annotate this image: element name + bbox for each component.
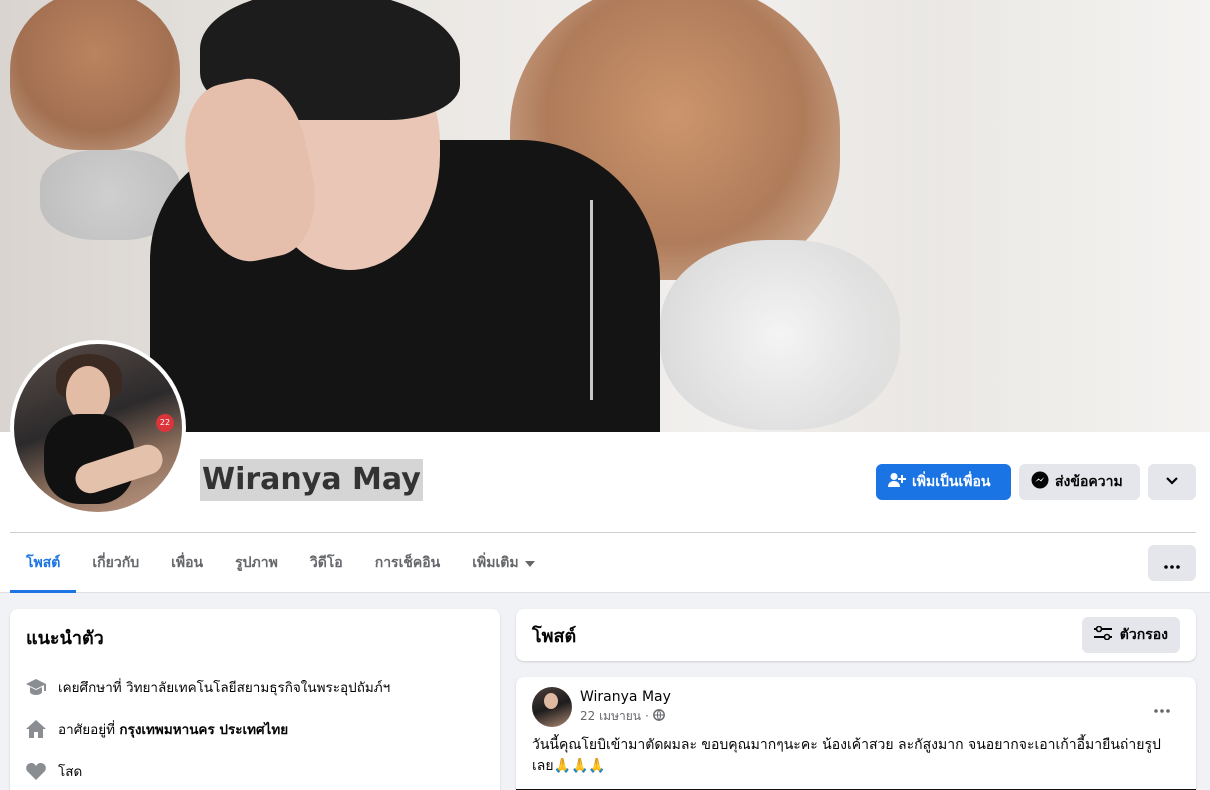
- profile-name: Wiranya May: [200, 459, 423, 501]
- post-author-info: Wiranya May 22 เมษายน ·: [580, 689, 671, 726]
- add-friend-button[interactable]: เพิ่มเป็นเพื่อน: [876, 464, 1011, 500]
- post-text: วันนี้คุณโยบิเข้ามาตัดผมละ ขอบคุณมากๆนะค…: [532, 737, 1161, 774]
- tab-label: เกี่ยวกับ: [92, 555, 140, 571]
- tab-more[interactable]: เพิ่มเติม: [456, 533, 550, 593]
- post-date[interactable]: 22 เมษายน: [580, 707, 641, 726]
- posts-header-card: โพสต์ ตัวกรอง: [516, 609, 1196, 661]
- filter-label: ตัวกรอง: [1119, 627, 1168, 643]
- cover-photo[interactable]: [0, 0, 1210, 432]
- lives-prefix: อาศัยอยู่ที่: [58, 722, 116, 738]
- tabs-more-options-button[interactable]: [1148, 545, 1196, 581]
- profile-tabs: โพสต์ เกี่ยวกับ เพื่อน รูปภาพ วิดีโอ การ…: [10, 533, 551, 593]
- post-author-avatar[interactable]: [532, 687, 572, 727]
- tab-label: รูปภาพ: [235, 555, 278, 571]
- message-button[interactable]: ส่งข้อความ: [1019, 464, 1140, 500]
- meta-separator: ·: [644, 709, 649, 723]
- tab-label: โพสต์: [26, 555, 61, 571]
- home-icon: [26, 719, 46, 739]
- add-friend-label: เพิ่มเป็นเพื่อน: [912, 474, 991, 490]
- more-dots-icon: [1164, 554, 1180, 573]
- lives-location[interactable]: กรุงเทพมหานคร ประเทศไทย: [119, 722, 288, 738]
- tab-about[interactable]: เกี่ยวกับ: [76, 533, 155, 593]
- profile-avatar[interactable]: 22: [10, 340, 186, 516]
- tab-photos[interactable]: รูปภาพ: [219, 533, 294, 593]
- posts-title: โพสต์: [532, 625, 577, 647]
- caret-down-icon: [524, 555, 535, 571]
- tab-videos[interactable]: วิดีโอ: [294, 533, 359, 593]
- avatar-photo: 22: [14, 344, 182, 512]
- intro-title: แนะนำตัว: [26, 628, 104, 649]
- tab-checkins[interactable]: การเช็คอิน: [359, 533, 457, 593]
- messenger-icon: [1031, 471, 1049, 493]
- heart-icon: [26, 761, 46, 781]
- graduation-cap-icon: [26, 677, 46, 697]
- tab-label: วิดีโอ: [309, 555, 343, 571]
- tab-label: เพื่อน: [171, 555, 204, 571]
- intro-lives: อาศัยอยู่ที่ กรุงเทพมหานคร ประเทศไทย: [26, 708, 484, 750]
- post-options-button[interactable]: [1144, 689, 1180, 725]
- education-school[interactable]: วิทยาลัยเทคโนโลยีสยามธุรกิจในพระอุปถัมภ์…: [126, 680, 390, 696]
- intro-education-text: เคยศึกษาที่ วิทยาลัยเทคโนโลยีสยามธุรกิจใ…: [58, 676, 390, 698]
- tab-label: การเช็คอิน: [374, 555, 441, 571]
- education-prefix: เคยศึกษาที่: [58, 680, 122, 696]
- intro-lives-text: อาศัยอยู่ที่ กรุงเทพมหานคร ประเทศไทย: [58, 718, 288, 740]
- intro-education: เคยศึกษาที่ วิทยาลัยเทคโนโลยีสยามธุรกิจใ…: [26, 666, 484, 708]
- cover-zipper: [590, 200, 606, 400]
- message-label: ส่งข้อความ: [1055, 474, 1123, 490]
- cover-person: [150, 0, 670, 432]
- avatar-badge: 22: [156, 414, 174, 432]
- chevron-down-icon: [1165, 474, 1179, 490]
- cover-fade: [850, 0, 1210, 432]
- tab-label: เพิ่มเติม: [472, 555, 519, 571]
- add-friend-icon: [888, 472, 906, 492]
- intro-card: แนะนำตัว เคยศึกษาที่ วิทยาลัยเทคโนโลยีสย…: [10, 609, 500, 790]
- filter-button[interactable]: ตัวกรอง: [1081, 617, 1180, 653]
- post-meta: 22 เมษายน ·: [580, 707, 671, 726]
- post-header: Wiranya May 22 เมษายน ·: [532, 687, 1180, 727]
- profile-more-dropdown-button[interactable]: [1148, 464, 1196, 500]
- intro-relationship: โสด: [26, 750, 484, 790]
- more-dots-icon: [1154, 698, 1170, 717]
- post-author-name[interactable]: Wiranya May: [580, 689, 671, 705]
- tab-posts[interactable]: โพสต์: [10, 533, 77, 593]
- tab-friends[interactable]: เพื่อน: [155, 533, 219, 593]
- globe-icon: [652, 708, 665, 724]
- relationship-text: โสด: [58, 764, 83, 780]
- filter-icon: [1093, 625, 1112, 644]
- post-card: Wiranya May 22 เมษายน · วันนี้คุณโยบิเข้…: [516, 677, 1196, 790]
